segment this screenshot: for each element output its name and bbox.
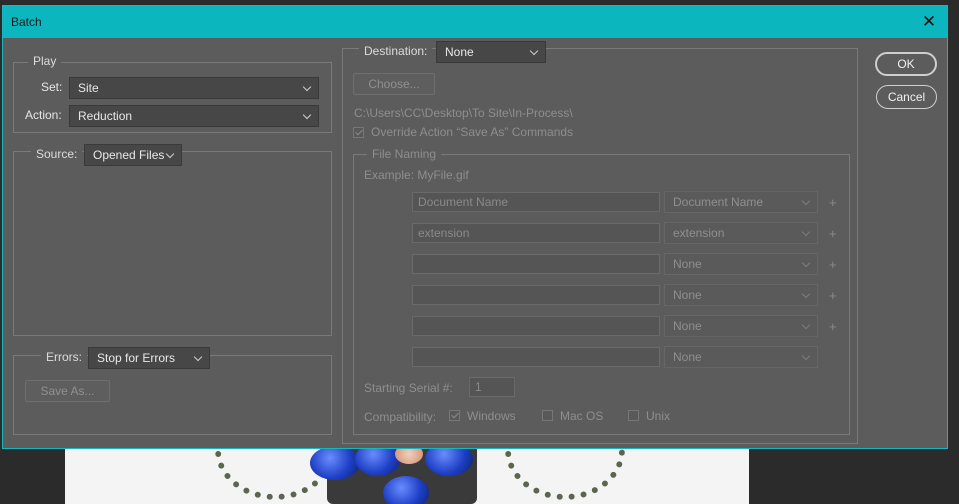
destination-select[interactable]: None — [436, 41, 546, 63]
errors-label: Errors: — [41, 350, 87, 364]
action-select[interactable]: Reduction — [69, 105, 319, 127]
naming-text-field[interactable] — [412, 347, 660, 367]
background-photo — [65, 440, 749, 504]
chevron-down-icon — [801, 258, 811, 267]
serial-input[interactable]: 1 — [469, 377, 515, 397]
set-label: Set: — [41, 80, 63, 94]
errors-select-value: Stop for Errors — [97, 351, 176, 365]
naming-select-value: extension — [673, 226, 725, 240]
chevron-down-icon — [801, 196, 811, 205]
naming-select[interactable]: None — [664, 284, 818, 306]
plus-icon[interactable]: + — [829, 195, 837, 210]
source-group — [13, 151, 332, 336]
naming-select[interactable]: extension — [664, 222, 818, 244]
compatibility-label: Compatibility: — [364, 410, 437, 424]
batch-dialog: Batch ✕ OK Cancel Play Set: Site Action:… — [2, 5, 948, 449]
chevron-down-icon — [801, 351, 811, 360]
unix-label: Unix — [646, 409, 671, 423]
mac-os-label: Mac OS — [560, 409, 604, 423]
naming-select[interactable]: None — [664, 253, 818, 275]
chevron-down-icon — [801, 227, 811, 236]
windows-label: Windows — [467, 409, 516, 423]
naming-select[interactable]: Document Name — [664, 191, 818, 213]
naming-select-value: None — [673, 350, 702, 364]
plus-icon[interactable]: + — [829, 226, 837, 241]
unix-checkbox[interactable] — [628, 410, 639, 421]
override-label: Override Action “Save As” Commands — [371, 125, 574, 139]
naming-text-field[interactable] — [412, 285, 660, 305]
naming-text-field[interactable] — [412, 316, 660, 336]
set-select-value: Site — [78, 81, 99, 95]
naming-select-value: None — [673, 257, 702, 271]
action-label: Action: — [25, 108, 62, 122]
naming-select-value: None — [673, 288, 702, 302]
cancel-button[interactable]: Cancel — [876, 85, 937, 109]
serial-label: Starting Serial #: — [364, 381, 453, 395]
choose-button[interactable]: Choose... — [353, 73, 435, 95]
destination-label: Destination: — [359, 44, 433, 58]
chevron-down-icon — [529, 46, 539, 55]
destination-path: C:\Users\CC\Desktop\To Site\In-Process\ — [354, 106, 573, 120]
mac-os-checkbox[interactable] — [542, 410, 553, 421]
chevron-down-icon — [193, 352, 203, 361]
naming-select-value: None — [673, 319, 702, 333]
naming-text-field[interactable]: extension — [412, 223, 660, 243]
naming-select[interactable]: None — [664, 315, 818, 337]
plus-icon[interactable]: + — [829, 257, 837, 272]
chevron-down-icon — [801, 320, 811, 329]
title-bar: Batch ✕ — [3, 6, 947, 38]
play-legend: Play — [28, 54, 62, 68]
chevron-down-icon — [801, 289, 811, 298]
file-naming-legend: File Naming — [367, 147, 442, 161]
action-select-value: Reduction — [78, 109, 133, 123]
override-checkbox[interactable] — [353, 127, 364, 138]
plus-icon[interactable]: + — [829, 319, 837, 334]
destination-select-value: None — [445, 45, 474, 59]
naming-select-value: Document Name — [673, 195, 764, 209]
chevron-down-icon — [165, 149, 175, 158]
ok-button[interactable]: OK — [875, 52, 937, 76]
example-label: Example: MyFile.gif — [364, 168, 469, 182]
window-title: Batch — [11, 15, 42, 29]
naming-text-field[interactable] — [412, 254, 660, 274]
close-icon[interactable]: ✕ — [919, 12, 939, 32]
source-select[interactable]: Opened Files — [84, 144, 182, 166]
windows-checkbox[interactable] — [449, 410, 460, 421]
naming-text-field[interactable]: Document Name — [412, 192, 660, 212]
set-select[interactable]: Site — [69, 77, 319, 99]
source-select-value: Opened Files — [93, 148, 165, 162]
chevron-down-icon — [302, 82, 312, 91]
save-as-button[interactable]: Save As... — [25, 380, 110, 402]
naming-select[interactable]: None — [664, 346, 818, 368]
plus-icon[interactable]: + — [829, 288, 837, 303]
errors-select[interactable]: Stop for Errors — [88, 347, 210, 369]
chevron-down-icon — [302, 110, 312, 119]
source-label: Source: — [31, 147, 83, 161]
